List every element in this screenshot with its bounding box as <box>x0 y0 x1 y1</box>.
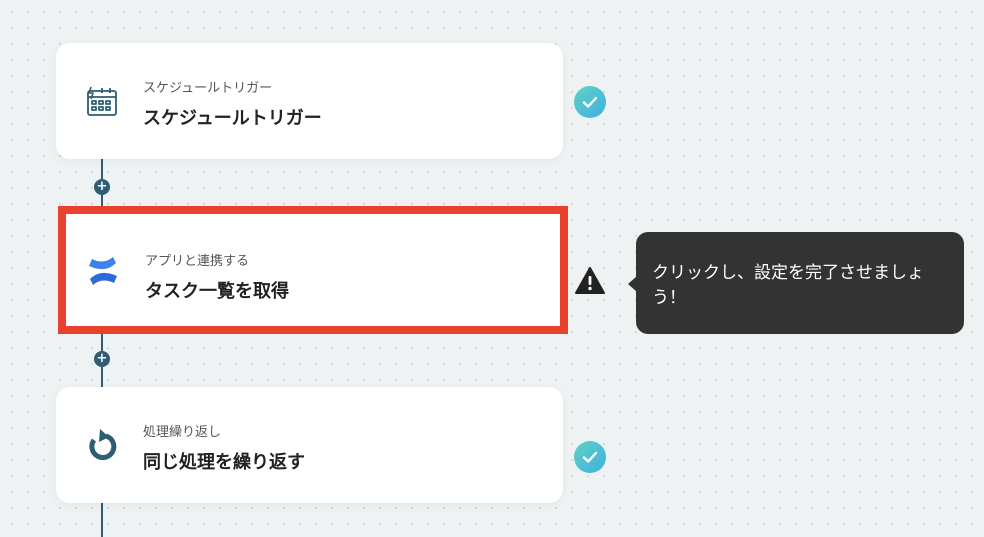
step-title: 同じ処理を繰り返す <box>143 452 305 473</box>
flow-step-card-get-task-list[interactable]: アプリと連携する タスク一覧を取得 <box>58 206 568 334</box>
step-type-label: アプリと連携する <box>145 254 250 269</box>
add-step-button[interactable]: + <box>94 351 110 367</box>
setup-hint-tooltip: クリックし、設定を完了させましょう！ <box>636 232 964 334</box>
step-type-label: スケジュールトリガー <box>143 81 273 96</box>
step-title: タスク一覧を取得 <box>145 281 289 302</box>
add-step-button[interactable]: + <box>94 179 110 195</box>
step-type-label: 処理繰り返し <box>143 425 222 440</box>
warning-icon <box>574 266 606 296</box>
flow-connector-line <box>101 502 103 537</box>
confluence-logo-icon <box>84 252 122 290</box>
loop-icon <box>82 427 120 465</box>
tooltip-text: クリックし、設定を完了させましょう！ <box>652 263 924 308</box>
flow-step-card-loop[interactable]: 処理繰り返し 同じ処理を繰り返す <box>56 387 563 503</box>
step-complete-check-icon <box>574 86 606 118</box>
flow-step-card-schedule-trigger[interactable]: スケジュールトリガー スケジュールトリガー <box>56 43 563 159</box>
step-complete-check-icon <box>574 441 606 473</box>
calendar-bolt-icon <box>82 83 120 121</box>
step-title: スケジュールトリガー <box>143 108 322 129</box>
